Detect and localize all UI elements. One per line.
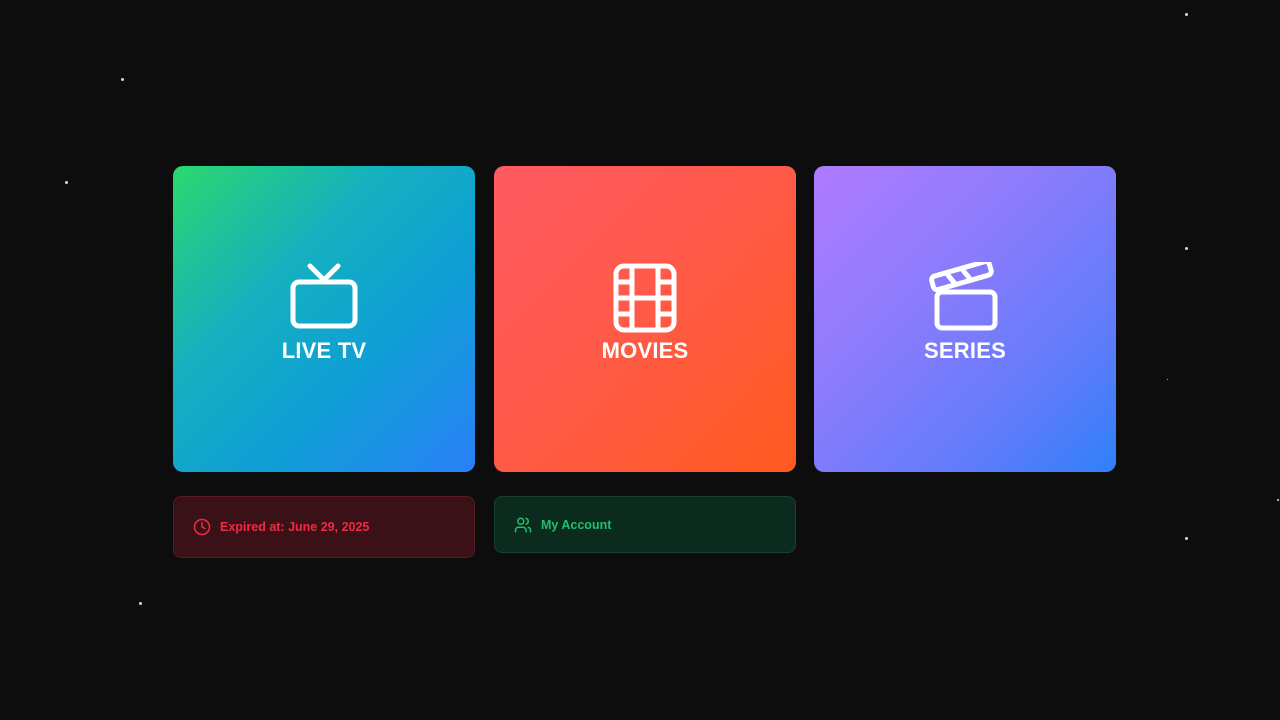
star-decoration (1167, 379, 1168, 380)
clapperboard-icon (929, 262, 998, 331)
my-account-button[interactable]: My Account (494, 496, 796, 553)
expiry-status-card: Expired at: June 29, 2025 (173, 496, 475, 558)
my-account-label: My Account (541, 517, 612, 532)
home-screen: LIVE TV MOVIES SERIES Expired at: June 2… (0, 0, 1280, 720)
star-decoration (139, 602, 142, 605)
clock-icon (193, 518, 211, 536)
series-tile[interactable]: SERIES (814, 166, 1116, 472)
movies-label: MOVIES (601, 338, 689, 363)
live-tv-label: LIVE TV (281, 338, 367, 363)
star-decoration (1185, 537, 1188, 540)
live-tv-tile[interactable]: LIVE TV (173, 166, 475, 472)
tv-icon (290, 263, 358, 329)
users-icon (514, 517, 532, 532)
star-decoration (1185, 247, 1188, 250)
star-decoration (65, 181, 68, 184)
expiry-label: Expired at: June 29, 2025 (220, 520, 370, 534)
star-decoration (1277, 499, 1279, 501)
star-decoration (1185, 13, 1188, 16)
movies-tile[interactable]: MOVIES (494, 166, 796, 472)
film-icon (613, 263, 677, 333)
series-label: SERIES (924, 338, 1006, 363)
star-decoration (121, 78, 124, 81)
